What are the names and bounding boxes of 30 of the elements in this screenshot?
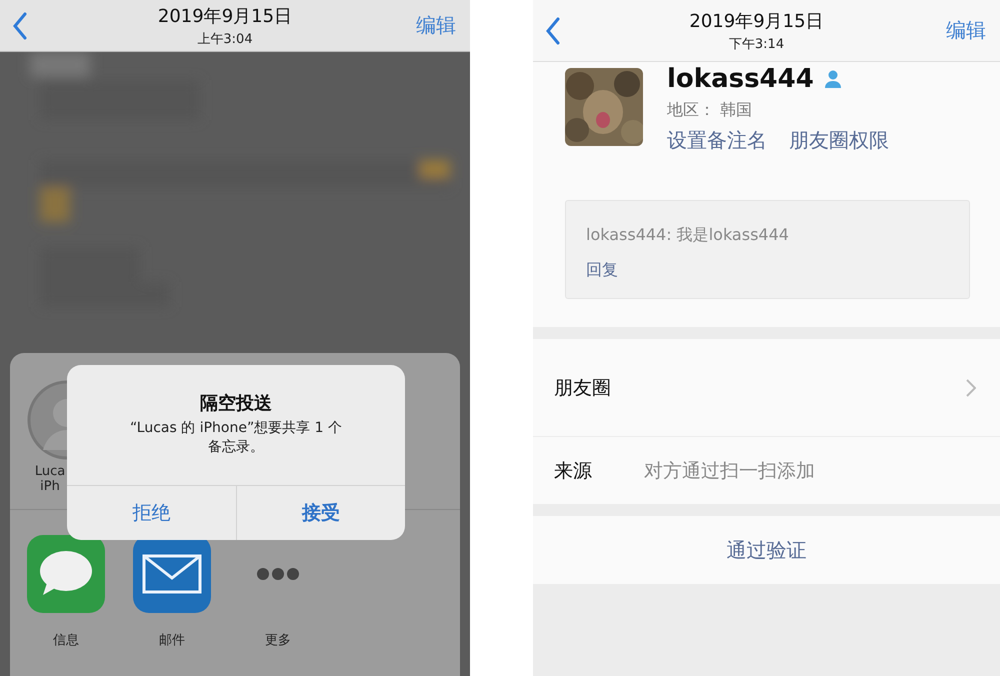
- edit-button[interactable]: 编辑: [946, 17, 1000, 44]
- back-icon[interactable]: [12, 12, 28, 40]
- alert-button[interactable]: 接受: [236, 486, 405, 540]
- contact-name: iPh: [40, 479, 60, 494]
- back-icon[interactable]: [545, 16, 561, 44]
- date-title: 2019年9月15日: [158, 4, 292, 28]
- reply-link[interactable]: 回复: [586, 260, 618, 281]
- region-text: 地区： 韩国: [667, 100, 754, 121]
- alert-message: “Lucas 的 iPhone”想要共享 1 个备忘录。: [128, 419, 344, 457]
- profile-name: lokass444: [667, 64, 814, 94]
- alert-button[interactable]: 拒绝: [67, 486, 236, 540]
- verification-message: lokass444: 我是lokass444: [586, 225, 789, 246]
- chat-bubble-icon[interactable]: [27, 535, 105, 613]
- app-label: 更多: [265, 632, 291, 649]
- edit-button[interactable]: 编辑: [416, 12, 470, 39]
- person-icon: [824, 70, 842, 88]
- app-label: 邮件: [159, 632, 185, 649]
- list-row[interactable]: 朋友圈: [533, 339, 1000, 437]
- profile-link[interactable]: 朋友圈权限: [789, 127, 889, 154]
- row-value: 对方通过扫一扫添加: [644, 458, 815, 484]
- time-subtitle: 下午3:14: [728, 36, 784, 52]
- chevron-right-icon: [966, 378, 976, 396]
- alert-title: 隔空投送: [199, 392, 273, 415]
- profile-link[interactable]: 设置备注名: [667, 127, 767, 154]
- contact-name: Luca: [34, 464, 66, 479]
- approve-button[interactable]: 通过验证: [533, 516, 1000, 584]
- row-label: 来源: [554, 458, 592, 484]
- app-label: 信息: [53, 632, 79, 649]
- time-subtitle: 上午3:04: [197, 30, 253, 48]
- date-title: 2019年9月15日: [689, 10, 824, 32]
